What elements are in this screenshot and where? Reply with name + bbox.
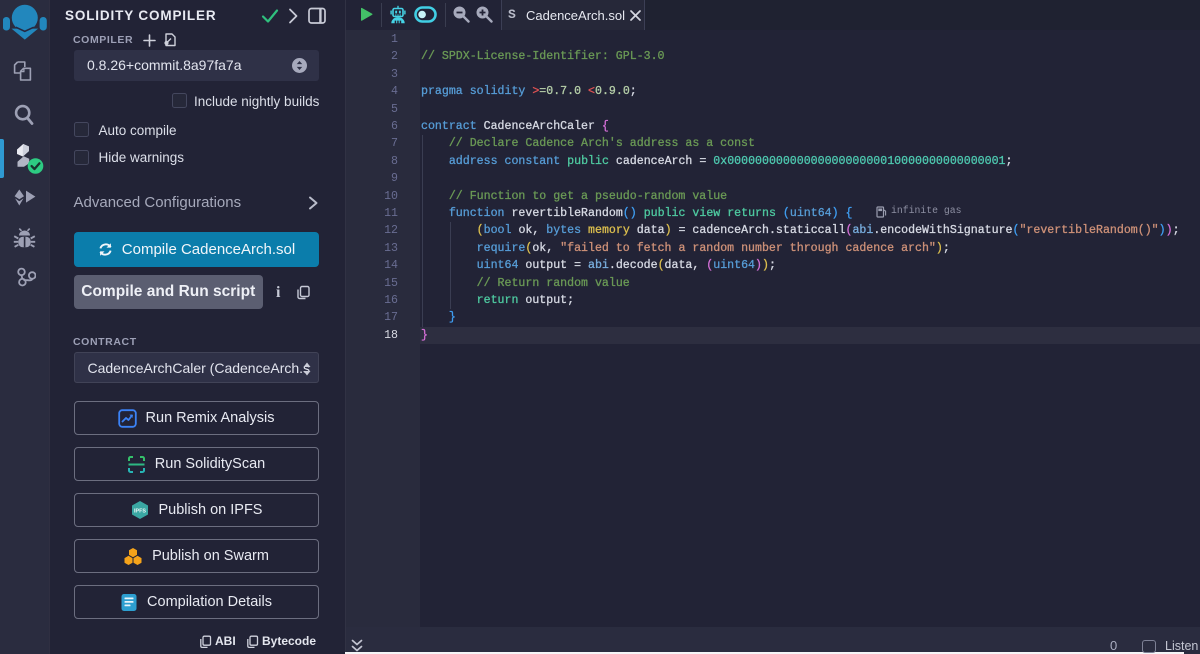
svg-text:IPFS: IPFS <box>134 509 146 515</box>
